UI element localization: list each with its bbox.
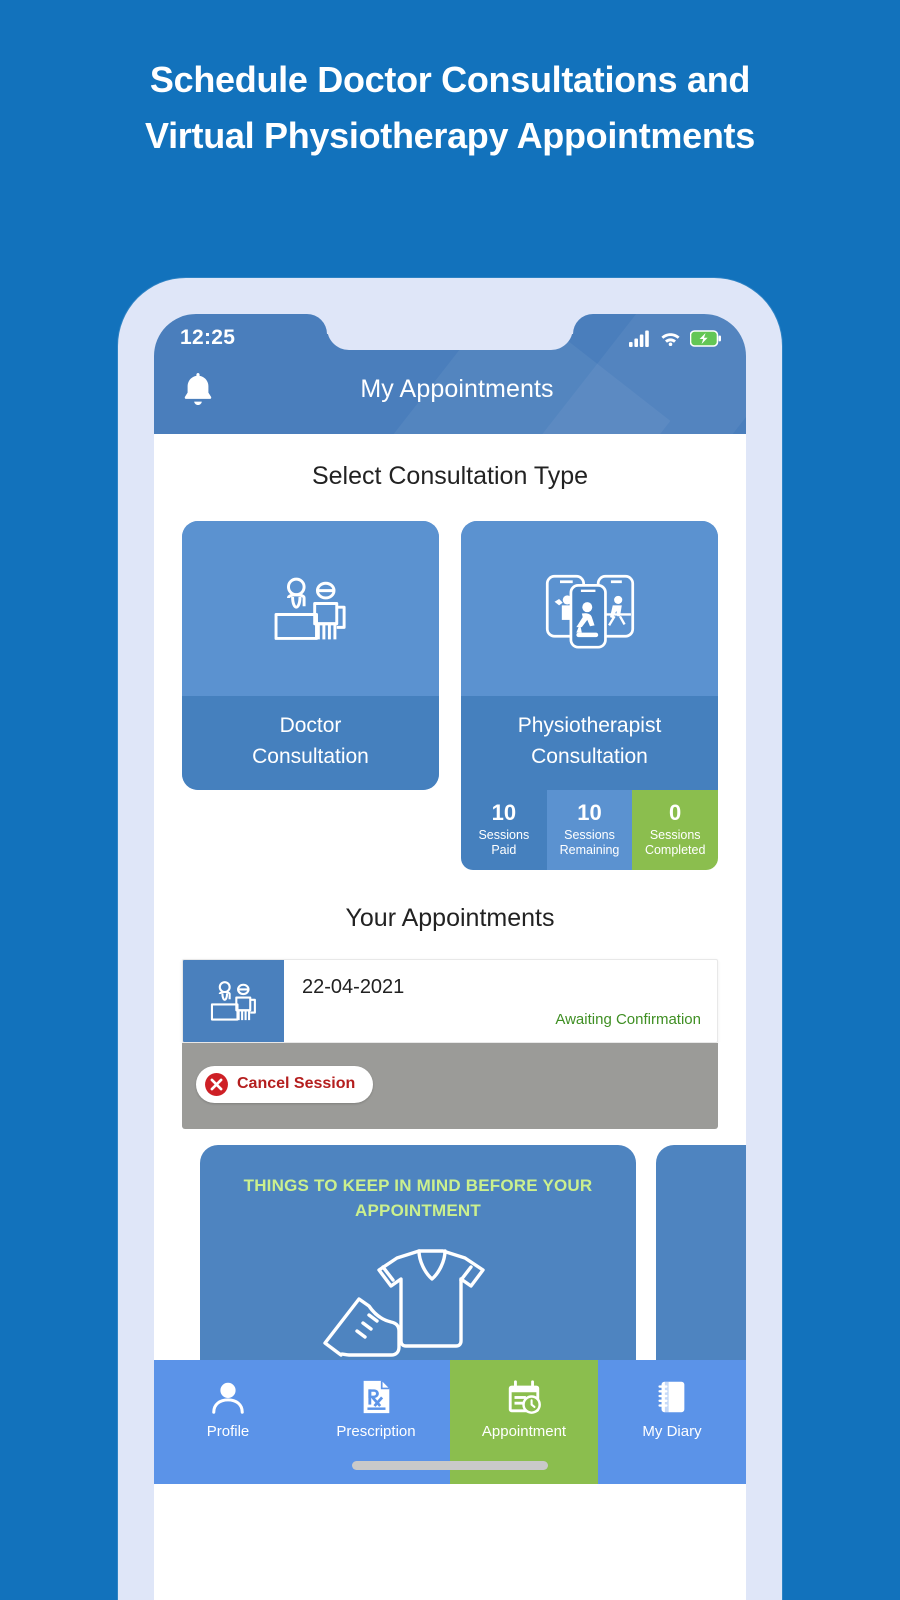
appointment-actions-bar: Cancel Session <box>182 1043 718 1129</box>
consultation-card-doctor[interactable]: Doctor Consultation <box>182 521 439 790</box>
appointments-section-title: Your Appointments <box>345 904 555 932</box>
status-bar: 12:25 <box>154 314 746 356</box>
doctor-label-line2: Consultation <box>252 745 369 768</box>
consultation-card-doctor-label: Doctor Consultation <box>182 696 439 790</box>
stat-sessions-paid-value: 10 <box>491 800 517 825</box>
phones-exercise-icon <box>461 521 718 696</box>
tip-card[interactable]: THINGS TO KEEP IN MIND BEFORE YOUR APPOI… <box>200 1145 636 1389</box>
stat-sessions-completed: 0 Sessions Completed <box>632 790 718 870</box>
stat-sessions-paid: 10 Sessions Paid <box>461 790 547 870</box>
phone-screen: 12:25 My Appointments Select Consultatio… <box>154 314 746 1600</box>
signal-bars-icon <box>629 330 651 347</box>
stat-sessions-completed-label: Sessions Completed <box>644 828 706 857</box>
notebook-icon <box>653 1378 691 1416</box>
phone-mockup-frame: 12:25 My Appointments Select Consultatio… <box>118 278 782 1600</box>
page-headline: Schedule Doctor Consultations and Virtua… <box>145 59 755 156</box>
cancel-session-label: Cancel Session <box>237 1075 356 1092</box>
tip-card-next[interactable] <box>656 1145 746 1389</box>
physio-label-line2: Consultation <box>531 745 648 768</box>
cancel-session-button[interactable]: Cancel Session <box>196 1065 374 1103</box>
tip-card-title: THINGS TO KEEP IN MIND BEFORE YOUR APPOI… <box>243 1176 593 1220</box>
person-icon <box>209 1378 247 1416</box>
appointments-list: 22-04-2021 Awaiting Confirmation Cancel … <box>154 933 746 1129</box>
consultation-card-physio-label: Physiotherapist Consultation <box>461 696 718 790</box>
physio-label-line1: Physiotherapist <box>517 714 662 737</box>
tips-carousel[interactable]: THINGS TO KEEP IN MIND BEFORE YOUR APPOI… <box>154 1129 746 1389</box>
stat-sessions-remaining: 10 Sessions Remaining <box>546 790 633 870</box>
page-title: My Appointments <box>360 374 554 403</box>
battery-charging-icon <box>690 329 722 347</box>
consultation-card-physio[interactable]: Physiotherapist Consultation <box>461 521 718 790</box>
close-circle-icon <box>204 1072 229 1097</box>
nav-item-profile[interactable]: Profile <box>154 1360 302 1484</box>
nav-item-profile-label: Profile <box>206 1423 250 1440</box>
doctor-desk-icon <box>182 521 439 696</box>
app-header: 12:25 My Appointments <box>154 314 746 434</box>
app-header-title-row: My Appointments <box>154 356 746 422</box>
screen-content: Select Consultation Type Doctor Consulta… <box>154 434 746 1484</box>
sessions-stats-row: 10 Sessions Paid 10 Sessions Remaining 0 S… <box>154 790 746 870</box>
calendar-clock-icon <box>505 1378 543 1416</box>
nav-item-prescription-label: Prescription <box>336 1423 416 1440</box>
doctor-desk-icon <box>183 960 284 1042</box>
stat-sessions-completed-value: 0 <box>669 800 682 825</box>
appointment-status: Awaiting Confirmation <box>555 1011 701 1028</box>
status-time: 12:25 <box>180 326 236 349</box>
consultation-section-title: Select Consultation Type <box>311 462 589 490</box>
wifi-icon <box>660 330 681 346</box>
appointment-date: 22-04-2021 <box>302 976 405 998</box>
nav-item-my-diary[interactable]: My Diary <box>598 1360 746 1484</box>
nav-item-appointment-label: Appointment <box>481 1423 567 1440</box>
home-indicator[interactable] <box>352 1461 548 1470</box>
tshirt-shoe-icon <box>234 1237 602 1367</box>
doctor-label-line1: Doctor <box>279 714 342 737</box>
prescription-icon <box>357 1378 395 1416</box>
stat-sessions-remaining-value: 10 <box>577 800 602 825</box>
consultation-type-cards: Doctor Consultation Physiotherapist Cons… <box>154 491 746 790</box>
appointment-row[interactable]: 22-04-2021 Awaiting Confirmation <box>182 959 718 1043</box>
stat-sessions-paid-label: Sessions Paid <box>478 828 530 857</box>
stat-sessions-remaining-label: Sessions Remaining <box>559 828 620 857</box>
nav-item-my-diary-label: My Diary <box>642 1423 702 1440</box>
